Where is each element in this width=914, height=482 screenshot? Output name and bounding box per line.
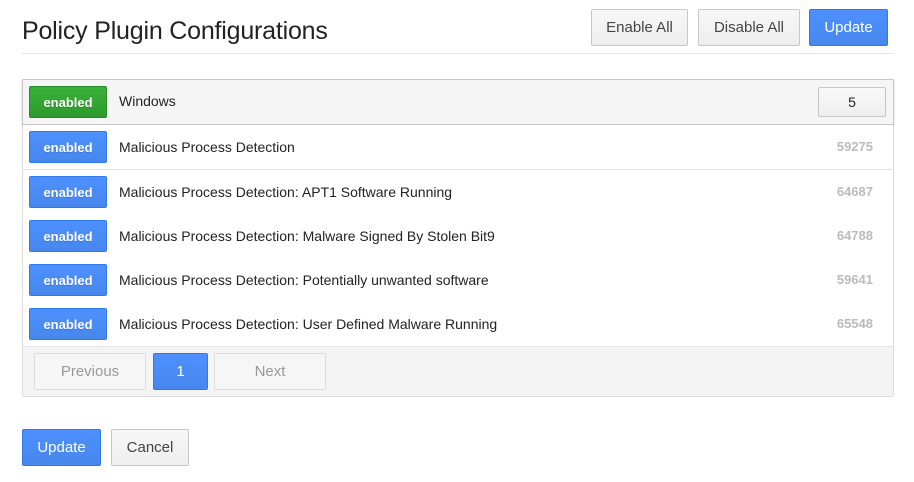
plugin-name: Malicious Process Detection xyxy=(119,139,295,155)
status-toggle[interactable]: enabled xyxy=(29,308,107,340)
plugin-id: 64687 xyxy=(836,184,873,199)
table-row[interactable]: enabled Malicious Process Detection 5927… xyxy=(23,125,893,170)
header-divider xyxy=(22,53,894,54)
status-toggle[interactable]: enabled xyxy=(29,264,107,296)
table-row[interactable]: enabled Malicious Process Detection: Use… xyxy=(23,302,893,347)
table-row[interactable]: enabled Malicious Process Detection: APT… xyxy=(23,170,893,215)
update-button-top[interactable]: Update xyxy=(809,9,888,46)
plugin-id: 65548 xyxy=(836,316,873,331)
cancel-button[interactable]: Cancel xyxy=(111,429,189,466)
plugin-name: Malicious Process Detection: Malware Sig… xyxy=(119,228,495,244)
pagination: Previous 1 Next xyxy=(23,347,893,396)
plugin-table: enabled Windows 5 enabled Malicious Proc… xyxy=(22,79,894,397)
plugin-id: 64788 xyxy=(836,228,873,243)
table-row[interactable]: enabled Malicious Process Detection: Pot… xyxy=(23,258,893,303)
group-row-windows[interactable]: enabled Windows 5 xyxy=(22,79,894,125)
enable-all-button[interactable]: Enable All xyxy=(591,9,688,46)
plugin-id: 59641 xyxy=(836,272,873,287)
group-status-toggle[interactable]: enabled xyxy=(29,86,107,118)
disable-all-button[interactable]: Disable All xyxy=(698,9,800,46)
group-name: Windows xyxy=(119,93,176,109)
update-button-bottom[interactable]: Update xyxy=(22,429,101,466)
plugin-id: 59275 xyxy=(836,139,873,154)
page-title: Policy Plugin Configurations xyxy=(22,17,328,45)
previous-page-button[interactable]: Previous xyxy=(34,353,146,390)
status-toggle[interactable]: enabled xyxy=(29,220,107,252)
group-count-badge[interactable]: 5 xyxy=(818,87,886,117)
status-toggle[interactable]: enabled xyxy=(29,131,107,163)
status-toggle[interactable]: enabled xyxy=(29,176,107,208)
plugin-name: Malicious Process Detection: Potentially… xyxy=(119,272,489,288)
plugin-name: Malicious Process Detection: User Define… xyxy=(119,316,498,332)
plugin-name: Malicious Process Detection: APT1 Softwa… xyxy=(119,184,453,200)
table-row[interactable]: enabled Malicious Process Detection: Mal… xyxy=(23,214,893,259)
next-page-button[interactable]: Next xyxy=(214,353,326,390)
page-1-button[interactable]: 1 xyxy=(153,353,208,390)
